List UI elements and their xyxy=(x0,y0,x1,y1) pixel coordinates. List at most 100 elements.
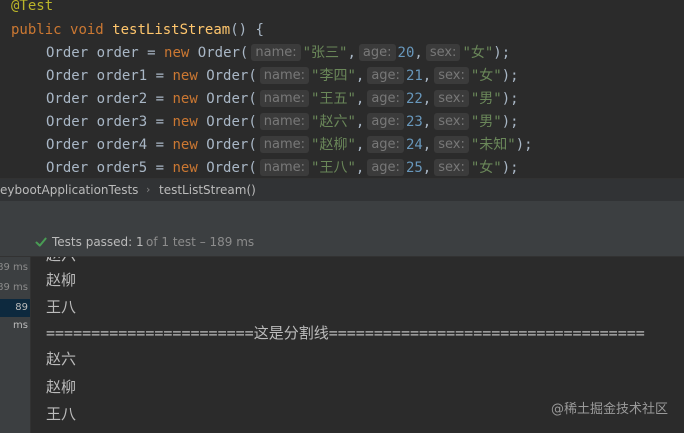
variable-name: order1 xyxy=(96,68,148,84)
tests-detail-label: of 1 test – 189 ms xyxy=(146,235,255,249)
age-arg: 21 xyxy=(405,68,423,84)
name-arg: "李四" xyxy=(311,68,356,84)
console-line: 赵六 xyxy=(46,257,76,267)
statement-end: ); xyxy=(501,68,519,84)
modifier-keyword: public xyxy=(11,22,62,38)
new-keyword: new xyxy=(172,137,198,153)
statement-end: ); xyxy=(501,91,519,107)
console-line: 赵六 xyxy=(46,350,77,368)
constructor-call: Order( xyxy=(206,68,257,84)
name-arg: "王八" xyxy=(311,160,356,176)
param-hint-sex: sex: xyxy=(434,67,469,84)
tests-passed-label: Tests passed: 1 xyxy=(52,235,144,249)
param-hint-name: name: xyxy=(259,90,310,107)
new-keyword: new xyxy=(172,160,198,176)
age-arg: 25 xyxy=(405,160,423,176)
console-line: 赵柳 xyxy=(46,378,77,396)
constructor-call: Order( xyxy=(206,137,257,153)
test-duration-selected[interactable]: 89 ms xyxy=(0,299,30,331)
run-toolbar xyxy=(0,201,684,228)
code-line-annotation: @Test xyxy=(11,0,53,18)
watermark: @稀土掘金技术社区 xyxy=(550,402,668,417)
statement-end: ); xyxy=(501,114,519,130)
param-hint-sex: sex: xyxy=(434,90,469,107)
age-arg: 20 xyxy=(397,45,415,61)
name-arg: "张三" xyxy=(302,45,348,61)
constructor-call: Order( xyxy=(206,91,257,107)
code-line-order: Order order3 = new Order(name: "赵六", age: 2… xyxy=(46,113,519,130)
console-line: 赵柳 xyxy=(46,271,77,289)
sex-arg: "男" xyxy=(470,91,502,107)
breadcrumb-method[interactable]: testListStream() xyxy=(159,179,256,201)
name-arg: "赵六" xyxy=(311,114,356,130)
constructor-call: Order( xyxy=(197,45,249,61)
test-duration[interactable]: 89 ms xyxy=(0,279,28,297)
variable-name: order xyxy=(96,45,139,61)
param-hint-name: name: xyxy=(251,44,301,61)
sex-arg: "未知" xyxy=(470,137,516,153)
constructor-call: Order( xyxy=(206,114,257,130)
code-line-order: Order order = new Order(name: "张三", age: 20… xyxy=(46,44,511,61)
constructor-call: Order( xyxy=(206,160,257,176)
variable-name: order2 xyxy=(96,91,148,107)
variable-name: order4 xyxy=(96,137,148,153)
param-hint-age: age: xyxy=(367,90,404,107)
param-hint-sex: sex: xyxy=(434,136,469,153)
variable-name: order5 xyxy=(96,160,148,176)
param-hint-sex: sex: xyxy=(434,113,469,130)
age-arg: 22 xyxy=(405,91,423,107)
param-hint-age: age: xyxy=(358,44,396,61)
code-line-method-signature: public void testListStream() { xyxy=(11,19,264,42)
param-hint-name: name: xyxy=(259,113,310,130)
new-keyword: new xyxy=(172,114,198,130)
test-tree[interactable]: 89 ms 89 ms 89 ms xyxy=(0,257,31,433)
sex-arg: "女" xyxy=(462,45,494,61)
new-keyword: new xyxy=(172,91,198,107)
param-hint-age: age: xyxy=(367,67,404,84)
breadcrumb-separator: › xyxy=(146,183,151,196)
statement-end: ); xyxy=(493,45,511,61)
code-line-order: Order order5 = new Order(name: "王八", age: 2… xyxy=(46,159,519,176)
variable-name: order3 xyxy=(96,114,148,130)
sex-arg: "女" xyxy=(470,68,502,84)
name-arg: "赵柳" xyxy=(311,137,356,153)
method-name[interactable]: testListStream xyxy=(112,22,230,38)
test-duration[interactable]: 89 ms xyxy=(0,259,28,277)
age-arg: 24 xyxy=(405,137,423,153)
type-name: Order xyxy=(46,68,89,84)
type-name: Order xyxy=(46,114,89,130)
test-status-bar: Tests passed: 1 of 1 test – 189 ms xyxy=(0,228,684,257)
name-arg: "王五" xyxy=(311,91,356,107)
code-editor[interactable]: @Test public void testListStream() { Ord… xyxy=(0,0,684,178)
param-hint-sex: sex: xyxy=(434,159,469,176)
type-name: Order xyxy=(46,137,89,153)
type-name: Order xyxy=(46,91,89,107)
statement-end: ); xyxy=(501,160,519,176)
sex-arg: "女" xyxy=(470,160,502,176)
check-icon xyxy=(35,237,47,247)
type-name: Order xyxy=(46,160,89,176)
param-hint-name: name: xyxy=(259,136,310,153)
sex-arg: "男" xyxy=(470,114,502,130)
console-line: 王八 xyxy=(46,405,77,423)
code-line-order: Order order4 = new Order(name: "赵柳", age: 2… xyxy=(46,136,533,153)
method-params: () { xyxy=(230,22,264,38)
breadcrumb-class[interactable]: eybootApplicationTests xyxy=(0,179,138,201)
code-line-order: Order order2 = new Order(name: "王五", age: 2… xyxy=(46,90,519,107)
annotation-text: @Test xyxy=(11,0,54,14)
param-hint-age: age: xyxy=(367,159,404,176)
param-hint-sex: sex: xyxy=(425,44,461,61)
statement-end: ); xyxy=(515,137,533,153)
param-hint-age: age: xyxy=(367,136,404,153)
code-line-order: Order order1 = new Order(name: "李四", age: 2… xyxy=(46,67,519,84)
new-keyword: new xyxy=(172,68,198,84)
type-name: Order xyxy=(46,45,89,61)
param-hint-name: name: xyxy=(259,159,310,176)
age-arg: 23 xyxy=(405,114,423,130)
console-line: 王八 xyxy=(46,298,77,316)
param-hint-age: age: xyxy=(367,113,404,130)
new-keyword: new xyxy=(164,45,190,61)
return-type-keyword: void xyxy=(70,22,104,38)
console-separator-line: =======================这是分割线============… xyxy=(46,324,645,342)
param-hint-name: name: xyxy=(259,67,310,84)
